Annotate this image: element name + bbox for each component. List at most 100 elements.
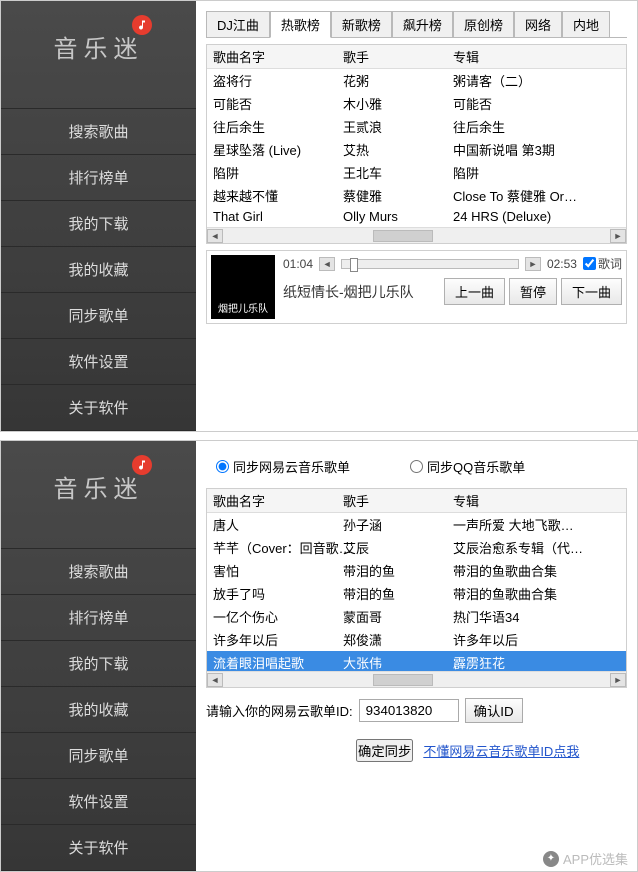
table-row[interactable]: 许多年以后 郑俊潇 许多年以后	[207, 628, 626, 651]
table-row[interactable]: 害怕 带泪的鱼 带泪的鱼歌曲合集	[207, 559, 626, 582]
col-album[interactable]: 专辑	[453, 491, 620, 510]
cell-song: 唐人	[213, 515, 343, 534]
nav-4[interactable]: 同步歌单	[1, 733, 196, 779]
nav-4[interactable]: 同步歌单	[1, 293, 196, 339]
nav-5[interactable]: 软件设置	[1, 779, 196, 825]
cell-artist: 艾热	[343, 140, 453, 159]
music-note-icon	[132, 455, 152, 475]
prev-button[interactable]: 上一曲	[444, 278, 505, 305]
tab-4[interactable]: 原创榜	[453, 11, 514, 37]
cell-artist: 王贰浪	[343, 117, 453, 136]
table-row[interactable]: 放手了吗 带泪的鱼 带泪的鱼歌曲合集	[207, 582, 626, 605]
seek-back-icon[interactable]: ◄	[319, 257, 335, 271]
table-header: 歌曲名字 歌手 专辑	[207, 489, 626, 513]
col-artist[interactable]: 歌手	[343, 491, 453, 510]
progress-bar[interactable]	[341, 259, 519, 269]
table-row[interactable]: 芊芊（Cover：回音歌… 艾辰 艾辰治愈系专辑（代…	[207, 536, 626, 559]
table-row[interactable]: 唐人 孙子涵 一声所爱 大地飞歌…	[207, 513, 626, 536]
app-window-2: 音乐迷 搜索歌曲排行榜单我的下载我的收藏同步歌单软件设置关于软件 同步网易云音乐…	[0, 440, 638, 872]
cell-song: 可能否	[213, 94, 343, 113]
nav-5[interactable]: 软件设置	[1, 339, 196, 385]
scroll-left-icon[interactable]: ◄	[207, 673, 223, 687]
cell-artist: 王北车	[343, 163, 453, 182]
nav-1[interactable]: 排行榜单	[1, 595, 196, 641]
scroll-right-icon[interactable]: ►	[610, 229, 626, 243]
nav-0[interactable]: 搜索歌曲	[1, 548, 196, 595]
cell-song: 一亿个伤心	[213, 607, 343, 626]
nav-6[interactable]: 关于软件	[1, 385, 196, 431]
tab-3[interactable]: 飙升榜	[392, 11, 453, 37]
cell-artist: 蔡健雅	[343, 186, 453, 205]
cell-artist: 孙子涵	[343, 515, 453, 534]
cell-song: 往后余生	[213, 117, 343, 136]
cell-album: 中国新说唱 第3期	[453, 140, 620, 159]
lyrics-check-input[interactable]	[583, 257, 596, 270]
horizontal-scrollbar[interactable]: ◄ ►	[207, 227, 626, 243]
nav-2[interactable]: 我的下载	[1, 201, 196, 247]
cell-artist: 带泪的鱼	[343, 584, 453, 603]
time-current: 01:04	[283, 257, 313, 271]
tab-5[interactable]: 网络	[514, 11, 562, 37]
col-song[interactable]: 歌曲名字	[213, 47, 343, 66]
radio-netease-input[interactable]	[216, 460, 229, 473]
table-row[interactable]: That Girl Olly Murs 24 HRS (Deluxe)	[207, 207, 626, 226]
scroll-thumb[interactable]	[373, 674, 433, 686]
brand-title: 音乐迷	[54, 1, 144, 108]
sync-source-radios: 同步网易云音乐歌单 同步QQ音乐歌单	[206, 451, 627, 482]
horizontal-scrollbar[interactable]: ◄ ►	[207, 671, 626, 687]
cell-artist: 蒙面哥	[343, 607, 453, 626]
nav-2[interactable]: 我的下载	[1, 641, 196, 687]
table-row[interactable]: 越来越不懂 蔡健雅 Close To 蔡健雅 Or…	[207, 184, 626, 207]
tab-0[interactable]: DJ江曲	[206, 11, 270, 37]
cell-song: 放手了吗	[213, 584, 343, 603]
radio-netease[interactable]: 同步网易云音乐歌单	[216, 457, 350, 476]
sync-button[interactable]: 确定同步	[356, 739, 413, 762]
cell-album: 陷阱	[453, 163, 620, 182]
time-total: 02:53	[547, 257, 577, 271]
watermark: ✦APP优选集	[543, 849, 628, 868]
table-row[interactable]: 星球坠落 (Live) 艾热 中国新说唱 第3期	[207, 138, 626, 161]
album-art: 烟把儿乐队	[211, 255, 275, 319]
scroll-right-icon[interactable]: ►	[610, 673, 626, 687]
cell-song: 陷阱	[213, 163, 343, 182]
cell-artist: 花粥	[343, 71, 453, 90]
nav-1[interactable]: 排行榜单	[1, 155, 196, 201]
col-album[interactable]: 专辑	[453, 47, 620, 66]
id-label: 请输入你的网易云歌单ID:	[206, 701, 353, 720]
scroll-left-icon[interactable]: ◄	[207, 229, 223, 243]
nav-6[interactable]: 关于软件	[1, 825, 196, 871]
radio-qq-input[interactable]	[410, 460, 423, 473]
nav-3[interactable]: 我的收藏	[1, 687, 196, 733]
scroll-thumb[interactable]	[373, 230, 433, 242]
nav-0[interactable]: 搜索歌曲	[1, 108, 196, 155]
tab-1[interactable]: 热歌榜	[270, 11, 331, 38]
brand-title: 音乐迷	[54, 441, 144, 548]
pause-button[interactable]: 暂停	[509, 278, 557, 305]
help-link[interactable]: 不懂网易云音乐歌单ID点我	[423, 741, 579, 760]
col-song[interactable]: 歌曲名字	[213, 491, 343, 510]
confirm-id-button[interactable]: 确认ID	[465, 698, 523, 723]
table-row[interactable]: 盗将行 花粥 粥请客（二）	[207, 69, 626, 92]
seek-fwd-icon[interactable]: ►	[525, 257, 541, 271]
cell-album: 热门华语34	[453, 607, 620, 626]
nav-3[interactable]: 我的收藏	[1, 247, 196, 293]
progress-handle[interactable]	[350, 258, 358, 272]
cell-song: 害怕	[213, 561, 343, 580]
table-row[interactable]: 往后余生 王贰浪 往后余生	[207, 115, 626, 138]
tab-6[interactable]: 内地	[562, 11, 610, 37]
table-row[interactable]: 可能否 木小雅 可能否	[207, 92, 626, 115]
table-row[interactable]: 一亿个伤心 蒙面哥 热门华语34	[207, 605, 626, 628]
playlist-id-input[interactable]	[359, 699, 459, 722]
cell-album: 粥请客（二）	[453, 71, 620, 90]
app-window-1: 音乐迷 搜索歌曲排行榜单我的下载我的收藏同步歌单软件设置关于软件 DJ江曲热歌榜…	[0, 0, 638, 432]
wechat-icon: ✦	[543, 851, 559, 867]
cell-artist: 木小雅	[343, 94, 453, 113]
col-artist[interactable]: 歌手	[343, 47, 453, 66]
table-row[interactable]: 陷阱 王北车 陷阱	[207, 161, 626, 184]
next-button[interactable]: 下一曲	[561, 278, 622, 305]
song-table: 歌曲名字 歌手 专辑 盗将行 花粥 粥请客（二） 可能否 木小雅 可能否 往后余…	[206, 44, 627, 244]
lyrics-checkbox[interactable]: 歌词	[583, 255, 622, 272]
tab-2[interactable]: 新歌榜	[331, 11, 392, 37]
radio-qq[interactable]: 同步QQ音乐歌单	[410, 457, 525, 476]
playlist-id-row: 请输入你的网易云歌单ID: 确认ID	[206, 694, 627, 727]
